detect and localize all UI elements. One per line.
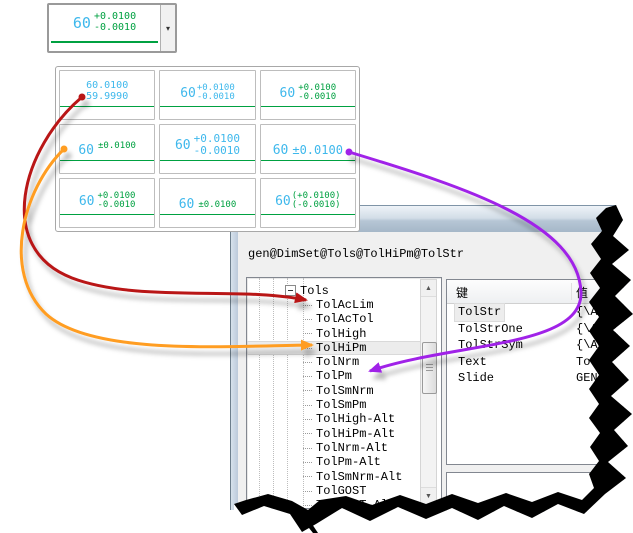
dropdown-button[interactable]: ▾	[160, 5, 175, 51]
symmetric-tolerance: ±0.0100	[292, 143, 343, 157]
kv-key: TolStrOne	[458, 321, 523, 336]
kv-value: {\AO;{	[576, 305, 620, 319]
tear-crack	[297, 509, 318, 533]
dimension-line	[260, 105, 355, 107]
kv-row[interactable]: TolStrSym {\AO;	[447, 337, 623, 354]
dialog-path-label: gen@DimSet@Tols@TolHiPm@TolStr	[248, 247, 465, 261]
tree-item[interactable]: TolHiPm	[247, 340, 421, 356]
dimension-line	[51, 41, 158, 43]
nominal-value: 60	[78, 193, 95, 209]
kv-value: GENTOL	[576, 371, 620, 385]
tree-item[interactable]: TolPm-Alt	[247, 455, 421, 469]
format-cell-deviation-green[interactable]: 60 +0.0100 -0.0010	[259, 70, 356, 120]
dimension-line	[160, 159, 255, 161]
nominal-value: 60	[275, 193, 291, 209]
dimension-line	[160, 213, 255, 215]
key-column-header[interactable]: 键	[456, 284, 468, 301]
nominal-value: 60	[72, 13, 91, 32]
tolerance-stack: +0.0100 -0.0010	[93, 11, 137, 34]
lower-tolerance: -0.0010	[97, 200, 136, 211]
scroll-down-icon[interactable]: ▼	[421, 487, 436, 504]
tree-item[interactable]: TolHigh-Alt	[247, 412, 421, 426]
nominal-value: 60	[279, 85, 296, 101]
kv-key: Slide	[458, 371, 495, 385]
kv-key: TolStrSym	[458, 338, 523, 352]
tree-scrollbar[interactable]: ▲ ▼	[420, 279, 437, 505]
collapse-minus-icon[interactable]	[285, 285, 296, 296]
kv-value: {\AO;{(	[576, 321, 624, 336]
tree-item[interactable]: TolSmNrm	[247, 384, 421, 398]
format-cell-limits[interactable]: 60.0100 59.9990	[59, 70, 156, 120]
dimension-line	[260, 213, 355, 215]
value-column-header[interactable]: 值	[576, 284, 588, 301]
tree-item[interactable]: TolNrm	[247, 355, 421, 369]
tree-item[interactable]: TolGOST-Alt	[247, 498, 421, 508]
kv-value: {\AO;	[576, 338, 613, 352]
format-cell-deviation-parens[interactable]: 60 (+0.0100) (-0.0010)	[259, 178, 356, 228]
format-cell-deviation-cyan-tight[interactable]: 60 +0.0100 -0.0010	[159, 70, 256, 120]
kv-row[interactable]: TolStrOne {\AO;{(	[447, 321, 623, 338]
tolerance-preview-combobox[interactable]: 60 +0.0100 -0.0010 ▾	[47, 3, 177, 53]
tree-item[interactable]: TolHigh	[247, 327, 421, 341]
dimension-line	[60, 159, 155, 161]
dimension-line	[160, 105, 255, 107]
kv-value: Toleran	[576, 354, 624, 369]
scroll-up-icon[interactable]: ▲	[421, 280, 436, 297]
nominal-value: 60	[78, 143, 95, 158]
format-cell-symmetric-sup[interactable]: 60 ±0.0100	[59, 124, 156, 174]
lower-tolerance: -0.0010	[298, 92, 337, 103]
tree-item[interactable]: TolAcLim	[247, 298, 421, 312]
tree-item[interactable]: TolSmPm	[247, 398, 421, 412]
nominal-value: 60	[178, 197, 195, 212]
tree-item[interactable]: TolSmNrm-Alt	[247, 470, 421, 484]
kv-row[interactable]: Text Toleran	[447, 354, 623, 371]
kv-row-list: TolStr {\AO;{ TolStrOne {\AO;{( TolStrSy…	[447, 304, 623, 387]
dimension-line	[60, 213, 155, 215]
scrollbar-grip-icon	[426, 364, 433, 372]
tree-item[interactable]: TolAcTol	[247, 312, 421, 326]
nominal-value: 60	[174, 137, 191, 153]
nominal-value: 60	[180, 85, 196, 101]
dimension-line	[60, 105, 155, 107]
format-cell-deviation-green-2[interactable]: 60 +0.0100 -0.0010	[59, 178, 156, 228]
tolerance-format-gallery: 60.0100 59.9990 60 +0.0100 -0.0010 60 +0…	[55, 66, 360, 232]
tree-item[interactable]: TolPm	[247, 369, 421, 383]
kv-key: Text	[458, 354, 487, 369]
kv-row[interactable]: TolStr {\AO;{	[447, 304, 623, 321]
tree-item[interactable]: TolGOST	[247, 484, 421, 498]
screenshot-stage: gen@DimSet@Tols@TolHiPm@TolStr Tols TolA…	[0, 0, 633, 533]
lower-tolerance: -0.0010	[193, 144, 240, 158]
tolerance-tree-panel: Tols TolAcLim TolAcTol TolHigh TolHiPm T…	[246, 277, 442, 509]
tree-root-node[interactable]: Tols	[285, 283, 329, 298]
kv-key: TolStr	[455, 304, 505, 321]
key-value-panel: 键 值 TolStr {\AO;{ TolStrOne {\AO;{( TolS…	[446, 279, 624, 465]
chevron-down-icon: ▾	[165, 23, 170, 33]
lower-tolerance: -0.0010	[196, 92, 235, 103]
lower-tolerance: -0.0010	[93, 22, 137, 33]
kv-row[interactable]: Slide GENTOL	[447, 370, 623, 387]
description-panel	[446, 472, 624, 512]
lower-tolerance: (-0.0010)	[291, 200, 341, 211]
dimension-line	[260, 159, 355, 161]
symmetric-tolerance: ±0.0100	[198, 199, 237, 210]
kv-header-row: 键 值	[447, 280, 623, 304]
tree-root-label: Tols	[300, 283, 329, 298]
symmetric-tolerance: ±0.0100	[98, 140, 136, 151]
tree-item-list: TolAcLim TolAcTol TolHigh TolHiPm TolNrm…	[247, 298, 421, 508]
tree-item[interactable]: TolNrm-Alt	[247, 441, 421, 455]
format-cell-symmetric-inline[interactable]: 60 ±0.0100	[259, 124, 356, 174]
dimension-preview: 60 +0.0100 -0.0010	[49, 5, 160, 51]
format-cell-symmetric-green[interactable]: 60 ±0.0100	[159, 178, 256, 228]
format-cell-deviation-cyan-large[interactable]: 60 +0.0100 -0.0010	[159, 124, 256, 174]
limit-lower: 59.9990	[86, 91, 129, 103]
dialog-frame-edge	[231, 232, 238, 510]
nominal-value: 60	[272, 142, 289, 158]
scrollbar-thumb[interactable]	[422, 342, 437, 394]
tree-item[interactable]: TolHiPm-Alt	[247, 427, 421, 441]
